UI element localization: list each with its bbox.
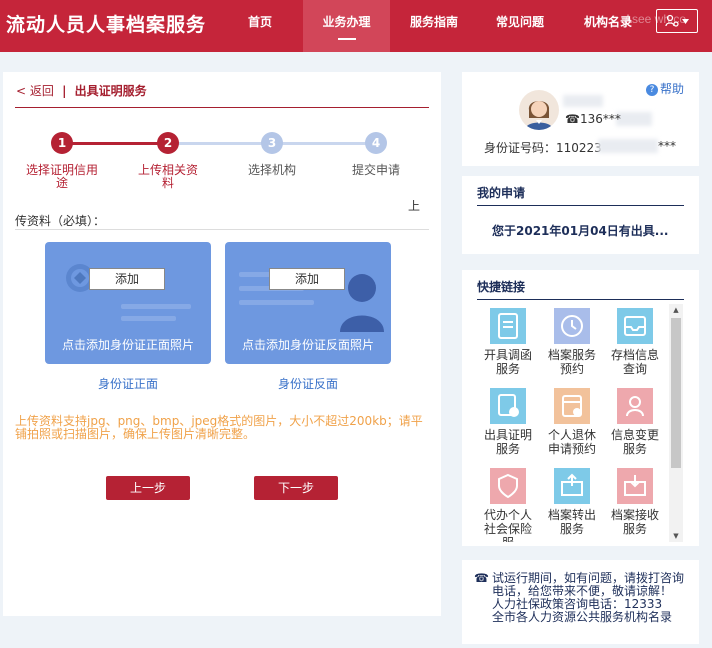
id-front-caption: 点击添加身份证正面照片 [61,338,194,352]
chevron-down-icon [681,18,689,24]
id-front-add-button[interactable]: 添加 [89,268,165,290]
person-icon [626,396,644,417]
step-1-label: 选择证明信用途 [25,163,98,190]
id-back-add-button[interactable]: 添加 [269,268,345,290]
step-3-label: 选择机构 [247,163,296,177]
quick-link-tile[interactable] [554,308,590,344]
user-switch-button[interactable] [656,9,698,33]
quick-links-title: 快捷链接 [477,280,526,294]
step-1-circle: 1 [51,132,73,154]
help-icon: ? [646,84,658,96]
back-link[interactable]: < 返回 [16,84,54,98]
export-icon [561,473,583,496]
quick-link-label[interactable]: 代办个人社会保险服 [483,508,533,542]
quick-links-divider [477,299,684,300]
breadcrumb-divider [15,107,429,108]
site-title: 流动人员人事档案服务 [6,14,207,36]
step-connector-3 [272,142,376,145]
nav-active-indicator [337,38,356,40]
inbox-icon [624,316,646,336]
id-back-label[interactable]: 身份证反面 [225,375,391,392]
avatar [519,90,559,130]
quick-link-tile[interactable] [490,308,526,344]
card-line [239,300,314,305]
top-header: 流动人员人事档案服务 首页 业务办理 服务指南 常见问题 机构名录 Asee w… [0,0,712,52]
applications-title: 我的申请 [477,186,526,200]
redacted-name [563,95,603,107]
step-4-label: 提交申请 [351,163,400,177]
contact-info: ☎ 试运行期间，如有问题，请拨打咨询电话，给您带来不便，敬请谅解！ 人力社保政策… [474,572,690,624]
id-front-upload[interactable]: 添加 点击添加身份证正面照片 [45,242,211,364]
quick-link-label[interactable]: 出具证明服务 [483,428,533,456]
quick-link-label[interactable]: 开具调函服务 [483,348,533,376]
quick-link-tile[interactable] [490,388,526,424]
id-number-tail: *** [658,139,676,153]
phone-icon: ☎ [565,112,580,126]
id-front-label[interactable]: 身份证正面 [45,375,211,392]
step-2-label: 上传相关资料 [137,163,198,190]
id-back-upload[interactable]: 添加 点击添加身份证反面照片 [225,242,391,364]
help-label: 帮助 [660,82,685,96]
quick-link-tile[interactable] [617,308,653,344]
nav-business-label: 业务办理 [322,15,371,29]
id-back-caption: 点击添加身份证反面照片 [241,338,374,352]
user-switch-icon [664,14,679,27]
prev-step-button[interactable]: 上一步 [106,476,190,500]
redacted-phone [616,112,652,126]
step-connector-2 [168,142,272,145]
contact-line-3[interactable]: 全市各人力资源公共服务机构名录 [474,611,690,624]
applications-divider [477,205,684,206]
card-line [121,316,176,321]
quick-link-label[interactable]: 档案接收服务 [610,508,660,536]
quick-link-label[interactable]: 个人退休申请预约 [547,428,597,456]
quick-links-viewport: 开具调函服务 档案服务预约 存档信息查询出具证明服务 个人退休申请预约 信息变更服务代办… [462,304,669,542]
upload-divider [15,229,429,230]
scroll-up-arrow[interactable]: ▲ [671,306,681,314]
quick-links-scroll-thumb[interactable] [671,318,681,468]
step-4-circle: 4 [365,132,387,154]
upload-notice: 上传资料支持jpg、png、bmp、jpeg格式的图片，大小不超过200kb；请… [15,414,423,441]
phone-text: ☎136*** [565,112,621,126]
step-2-circle: 2 [157,132,179,154]
application-item[interactable]: 您于2021年01月04日有出具... [492,222,668,239]
document-icon [498,313,518,339]
step-3-circle: 3 [261,132,283,154]
phone-number: 136*** [579,112,621,126]
quick-link-label[interactable]: 存档信息查询 [610,348,660,376]
import-icon [624,475,646,496]
certificate-icon [498,394,519,417]
nav-home[interactable]: 首页 [232,0,288,52]
scroll-down-arrow[interactable]: ▼ [671,532,681,540]
quick-link-tile[interactable] [554,388,590,424]
phone-icon: ☎ [474,571,489,585]
quick-link-tile[interactable] [490,468,526,504]
upload-header-tail: 上 [408,199,421,213]
quick-link-tile[interactable] [617,388,653,424]
quick-link-label[interactable]: 信息变更服务 [610,428,660,456]
nav-directory[interactable]: 机构名录 [578,0,638,52]
help-link[interactable]: ? 帮助 [646,80,684,97]
clock-icon [561,315,583,337]
user-avatar-icon [525,101,553,130]
card-line [121,304,191,309]
redacted-id [598,139,658,153]
breadcrumb: < 返回 | 出具证明服务 [16,82,147,99]
breadcrumb-current: 出具证明服务 [74,84,147,98]
upload-header: 传资料（必填）： [15,214,106,228]
shield-icon [498,473,518,499]
id-number-label: 身份证号码：110223 [484,141,602,155]
step-connector-1 [62,142,168,145]
nav-guide[interactable]: 服务指南 [404,0,464,52]
nav-faq[interactable]: 常见问题 [490,0,550,52]
quick-link-label[interactable]: 档案服务预约 [547,348,597,376]
next-step-button[interactable]: 下一步 [254,476,338,500]
contact-line-1: 试运行期间，如有问题，请拨打咨询电话，给您带来不便，敬请谅解！ [492,571,685,598]
nav-business[interactable]: 业务办理 [303,0,390,52]
breadcrumb-separator: | [62,84,67,98]
calendar-icon [562,395,582,417]
quick-link-tile[interactable] [617,468,653,504]
quick-link-tile[interactable] [554,468,590,504]
quick-link-label[interactable]: 档案转出服务 [547,508,597,536]
